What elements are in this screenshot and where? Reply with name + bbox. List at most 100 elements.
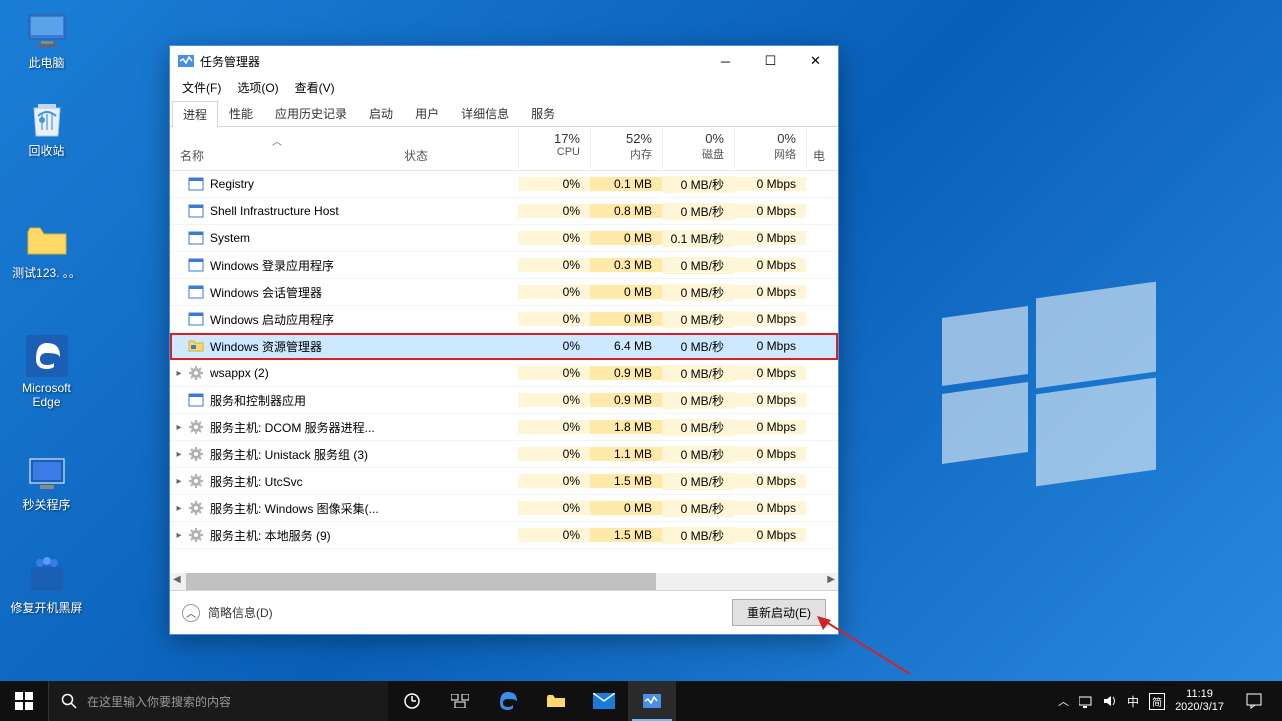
cpu-value: 0%: [518, 528, 590, 542]
desktop-icon-this-pc[interactable]: 此电脑: [9, 10, 84, 70]
clock[interactable]: 11:19 2020/3/17: [1175, 688, 1224, 714]
network-tray-icon[interactable]: [1079, 694, 1093, 708]
process-icon: [188, 176, 204, 192]
process-row[interactable]: ▸服务主机: UtcSvc0%1.5 MB0 MB/秒0 Mbps: [170, 468, 838, 495]
tabs[interactable]: 进程 性能 应用历史记录 启动 用户 详细信息 服务: [170, 98, 838, 127]
search-box[interactable]: 在这里输入你要搜索的内容: [48, 681, 388, 721]
disk-value: 0 MB/秒: [662, 392, 734, 409]
ime-indicator-1[interactable]: 中: [1127, 693, 1139, 710]
process-row[interactable]: ▸服务主机: Windows 图像采集(...0%0 MB0 MB/秒0 Mbp…: [170, 495, 838, 522]
process-row[interactable]: Windows 会话管理器0%0 MB0 MB/秒0 Mbps: [170, 279, 838, 306]
process-row[interactable]: Windows 资源管理器0%6.4 MB0 MB/秒0 Mbps: [170, 333, 838, 360]
desktop-icon-edge[interactable]: Microsoft Edge: [9, 335, 84, 409]
col-extra[interactable]: 电: [806, 127, 838, 170]
process-row[interactable]: Windows 启动应用程序0%0 MB0 MB/秒0 Mbps: [170, 306, 838, 333]
start-button[interactable]: [0, 681, 48, 721]
process-name: System: [210, 231, 250, 245]
cpu-value: 0%: [518, 474, 590, 488]
tab-startup[interactable]: 启动: [358, 100, 404, 126]
titlebar[interactable]: 任务管理器 ─ ☐ ✕: [170, 46, 838, 76]
tab-users[interactable]: 用户: [404, 100, 450, 126]
edge-icon: [26, 335, 68, 377]
disk-value: 0 MB/秒: [662, 203, 734, 220]
process-name: wsappx (2): [210, 366, 269, 380]
process-row[interactable]: System0%0 MB0.1 MB/秒0 Mbps: [170, 225, 838, 252]
horizontal-scrollbar[interactable]: [170, 573, 838, 590]
desktop-icon-shutdown[interactable]: 秒关程序: [9, 452, 84, 512]
process-list[interactable]: Registry0%0.1 MB0 MB/秒0 MbpsShell Infras…: [170, 171, 838, 573]
desktop-icon-fix[interactable]: 修复开机黑屏: [9, 555, 84, 615]
process-name: Windows 会话管理器: [210, 284, 322, 301]
menu-options[interactable]: 选项(O): [229, 77, 286, 98]
desktop-icon-recycle[interactable]: 回收站: [9, 98, 84, 158]
col-state[interactable]: 状态: [394, 127, 518, 170]
process-name: 服务主机: UtcSvc: [210, 473, 303, 490]
brief-toggle[interactable]: ︿简略信息(D): [182, 604, 273, 622]
net-value: 0 Mbps: [734, 285, 806, 299]
process-row[interactable]: Windows 登录应用程序0%0.3 MB0 MB/秒0 Mbps: [170, 252, 838, 279]
process-row[interactable]: ▸wsappx (2)0%0.9 MB0 MB/秒0 Mbps: [170, 360, 838, 387]
col-net[interactable]: 0%网络: [734, 127, 806, 170]
disk-value: 0 MB/秒: [662, 176, 734, 193]
explorer-taskbar-button[interactable]: [532, 681, 580, 721]
tab-history[interactable]: 应用历史记录: [264, 100, 358, 126]
process-row[interactable]: ▸服务主机: DCOM 服务器进程...0%1.8 MB0 MB/秒0 Mbps: [170, 414, 838, 441]
tab-performance[interactable]: 性能: [218, 100, 264, 126]
column-headers[interactable]: ︿名称 状态 17%CPU 52%内存 0%磁盘 0%网络 电: [170, 127, 838, 171]
maximize-button[interactable]: ☐: [748, 46, 793, 76]
taskbar[interactable]: 在这里输入你要搜索的内容 ︿ 中 简 11:19 2020/3/17: [0, 681, 1282, 721]
edge-taskbar-button[interactable]: [484, 681, 532, 721]
process-row[interactable]: Shell Infrastructure Host0%0.8 MB0 MB/秒0…: [170, 198, 838, 225]
folder-taskbar-icon: [546, 693, 566, 709]
expand-toggle[interactable]: ▸: [170, 530, 188, 541]
close-button[interactable]: ✕: [793, 46, 838, 76]
process-row[interactable]: ▸服务主机: Unistack 服务组 (3)0%1.1 MB0 MB/秒0 M…: [170, 441, 838, 468]
cpu-value: 0%: [518, 420, 590, 434]
minimize-button[interactable]: ─: [703, 46, 748, 76]
menu-file[interactable]: 文件(F): [174, 77, 229, 98]
col-mem[interactable]: 52%内存: [590, 127, 662, 170]
tray-chevron-icon[interactable]: ︿: [1058, 693, 1069, 709]
task-manager-window[interactable]: 任务管理器 ─ ☐ ✕ 文件(F) 选项(O) 查看(V) 进程 性能 应用历史…: [169, 45, 839, 635]
process-row[interactable]: Registry0%0.1 MB0 MB/秒0 Mbps: [170, 171, 838, 198]
taskview-button[interactable]: [388, 681, 436, 721]
search-placeholder: 在这里输入你要搜索的内容: [87, 693, 231, 710]
menubar[interactable]: 文件(F) 选项(O) 查看(V): [170, 76, 838, 98]
cpu-value: 0%: [518, 501, 590, 515]
mail-icon: [593, 693, 615, 709]
mail-taskbar-button[interactable]: [580, 681, 628, 721]
taskview-icon: [402, 693, 422, 709]
cpu-value: 0%: [518, 312, 590, 326]
tab-processes[interactable]: 进程: [172, 101, 218, 127]
desktop-icon-test[interactable]: 测试123. 。。: [9, 220, 84, 280]
expand-toggle[interactable]: ▸: [170, 449, 188, 460]
expand-toggle[interactable]: ▸: [170, 368, 188, 379]
expand-toggle[interactable]: ▸: [170, 503, 188, 514]
col-disk[interactable]: 0%磁盘: [662, 127, 734, 170]
taskmgr-taskbar-icon: [643, 693, 661, 709]
taskmgr-icon: [178, 53, 194, 69]
expand-toggle[interactable]: ▸: [170, 422, 188, 433]
process-icon: [188, 473, 204, 489]
process-row[interactable]: ▸服务主机: 本地服务 (9)0%1.5 MB0 MB/秒0 Mbps: [170, 522, 838, 549]
tab-details[interactable]: 详细信息: [450, 100, 520, 126]
process-icon: [188, 527, 204, 543]
process-icon: [188, 311, 204, 327]
tab-services[interactable]: 服务: [520, 100, 566, 126]
taskview2-button[interactable]: [436, 681, 484, 721]
menu-view[interactable]: 查看(V): [287, 77, 343, 98]
net-value: 0 Mbps: [734, 312, 806, 326]
folder-icon: [26, 220, 68, 262]
net-value: 0 Mbps: [734, 420, 806, 434]
cpu-value: 0%: [518, 366, 590, 380]
restart-button[interactable]: 重新启动(E): [732, 599, 826, 626]
taskmgr-taskbar-button[interactable]: [628, 681, 676, 721]
process-icon: [188, 392, 204, 408]
expand-toggle[interactable]: ▸: [170, 476, 188, 487]
ime-indicator-2[interactable]: 简: [1149, 693, 1165, 710]
col-cpu[interactable]: 17%CPU: [518, 127, 590, 170]
process-row[interactable]: 服务和控制器应用0%0.9 MB0 MB/秒0 Mbps: [170, 387, 838, 414]
col-name[interactable]: ︿名称: [170, 127, 394, 170]
volume-tray-icon[interactable]: [1103, 694, 1117, 708]
notification-button[interactable]: [1234, 681, 1274, 721]
